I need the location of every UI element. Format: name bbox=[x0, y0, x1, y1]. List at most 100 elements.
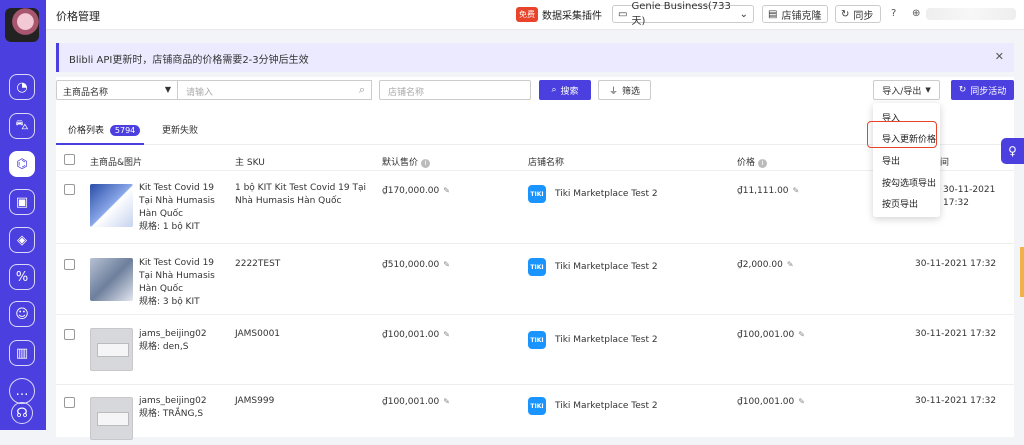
product-thumbnail[interactable] bbox=[90, 258, 133, 301]
side-tab[interactable] bbox=[1020, 247, 1024, 297]
product-name-text: Kit Test Covid 19 Tại Nhà Humasis Hàn Qu… bbox=[139, 258, 215, 294]
updated-time: 30-11-2021 17:32 bbox=[915, 329, 997, 339]
notice-banner: Blibli API更新时，店铺商品的价格需要2-3分钟后生效 ✕ bbox=[56, 43, 1014, 72]
tiki-logo: TIKI bbox=[528, 185, 546, 203]
updated-time: 30-11-2021 17:32 bbox=[915, 259, 997, 269]
product-thumbnail[interactable] bbox=[90, 397, 133, 440]
user-account[interactable] bbox=[926, 8, 1016, 20]
box-icon[interactable]: ▣ bbox=[9, 189, 35, 215]
table-header: 主商品&图片 主 SKU 默认售价 i 店铺名称 价格 i 间 bbox=[56, 149, 1014, 171]
close-icon[interactable]: ✕ bbox=[995, 50, 1004, 63]
search-button[interactable]: ⌕ 搜索 bbox=[539, 80, 591, 100]
edit-icon[interactable]: ✎ bbox=[798, 397, 805, 406]
shop-clone-button[interactable]: ▤ 店铺克隆 bbox=[762, 5, 828, 23]
default-price-cell: ₫100,001.00 ✎ bbox=[382, 328, 450, 342]
product-thumbnail[interactable] bbox=[90, 184, 133, 227]
header-sku: 主 SKU bbox=[235, 158, 265, 168]
sidebar: ◔ ⛍ ⌬ ▣ ◈ % ☺ ▥ … ☊ bbox=[0, 0, 46, 430]
edit-icon[interactable]: ✎ bbox=[798, 330, 805, 339]
product-name[interactable]: jams_beijing02 bbox=[139, 328, 207, 341]
search-placeholder: 请输入 bbox=[186, 88, 214, 98]
free-badge: 免费 bbox=[516, 7, 538, 22]
refresh-icon: ↻ bbox=[958, 85, 967, 95]
sku-value: JAMS999 bbox=[235, 396, 275, 406]
search-field-label: 主商品名称 bbox=[63, 88, 109, 98]
product-name-text: Kit Test Covid 19 Tại Nhà Humasis Hàn Qu… bbox=[139, 183, 215, 219]
product-thumbnail[interactable] bbox=[90, 328, 133, 371]
sync-button[interactable]: ↻ 同步 bbox=[835, 5, 881, 23]
product-name[interactable]: jams_beijing02 bbox=[139, 395, 207, 408]
info-icon[interactable]: i bbox=[758, 159, 768, 168]
globe-icon[interactable]: ⊕ bbox=[912, 8, 920, 19]
edit-icon[interactable]: ✎ bbox=[443, 397, 450, 406]
product-spec: 规格: 3 bộ KIT bbox=[139, 297, 200, 307]
header-shop: 店铺名称 bbox=[528, 158, 565, 168]
row-checkbox[interactable] bbox=[64, 329, 75, 340]
chart-icon[interactable]: ▥ bbox=[9, 340, 35, 366]
edit-icon[interactable]: ✎ bbox=[787, 260, 794, 269]
product-name[interactable]: Kit Test Covid 19 Tại Nhà Humasis Hàn Qu… bbox=[139, 182, 219, 221]
clone-icon: ▤ bbox=[768, 8, 778, 20]
percent-icon[interactable]: % bbox=[9, 264, 35, 290]
users-icon[interactable]: ☺ bbox=[9, 301, 35, 327]
edit-icon[interactable]: ✎ bbox=[793, 186, 800, 195]
row-checkbox[interactable] bbox=[64, 259, 75, 270]
price-cell: ₫100,001.00 ✎ bbox=[737, 328, 805, 342]
header-product: 主商品&图片 bbox=[90, 158, 143, 168]
header-default-price-label: 默认售价 bbox=[382, 158, 419, 168]
menu-item-export-page[interactable]: 按页导出 bbox=[882, 197, 918, 210]
default-price-value: ₫510,000.00 bbox=[382, 260, 440, 270]
chat-icon[interactable]: … bbox=[9, 378, 35, 404]
highlight-box bbox=[867, 121, 937, 148]
sync-activity-button[interactable]: ↻ 同步活动 bbox=[951, 80, 1014, 100]
business-plan-select[interactable]: ▭ Genie Business(733 天) ⌄ bbox=[612, 1, 754, 27]
tiki-logo: TIKI bbox=[528, 397, 546, 415]
dashboard-icon[interactable]: ◔ bbox=[9, 74, 35, 100]
price-count-badge: 5794 bbox=[109, 125, 141, 136]
help-icon[interactable]: ? bbox=[891, 8, 896, 19]
product-spec: 规格: TRẮNG,S bbox=[139, 409, 204, 419]
tab-price-list[interactable]: 价格列表 5794 bbox=[68, 123, 141, 136]
import-export-button[interactable]: 导入/导出 ▼ bbox=[873, 80, 940, 100]
sku-value: 1 bộ KIT Kit Test Covid 19 Tại Nhà Humas… bbox=[235, 183, 366, 206]
row-checkbox[interactable] bbox=[64, 184, 75, 195]
lightbulb-icon[interactable]: ♀ bbox=[1001, 138, 1024, 164]
edit-icon[interactable]: ✎ bbox=[443, 186, 450, 195]
product-tree-icon[interactable]: ⌬ bbox=[9, 151, 35, 177]
product-name-text: jams_beijing02 bbox=[139, 396, 207, 406]
filter-icon: ⏚ bbox=[608, 86, 618, 97]
search-icon: ⌕ bbox=[551, 85, 557, 95]
filter-button[interactable]: ⏚ 筛选 bbox=[598, 80, 651, 100]
price-value: ₫100,001.00 bbox=[737, 330, 795, 340]
tab-update-failed[interactable]: 更新失败 bbox=[162, 123, 198, 136]
edit-icon[interactable]: ✎ bbox=[443, 260, 450, 269]
search-icon[interactable]: ⌕ bbox=[359, 83, 365, 97]
menu-item-export[interactable]: 导出 bbox=[882, 154, 900, 167]
row-checkbox[interactable] bbox=[64, 397, 75, 408]
shop-name-value: Tiki Marketplace Test 2 bbox=[555, 262, 658, 272]
import-export-label: 导入/导出 bbox=[882, 86, 922, 97]
cart-icon[interactable]: ⛍ bbox=[9, 113, 35, 139]
header-default-price: 默认售价 i bbox=[382, 155, 431, 168]
updated-time: 30-11-2021 17:32 bbox=[915, 396, 997, 406]
search-field-select[interactable]: 主商品名称 ▼ bbox=[56, 80, 178, 100]
edit-icon[interactable]: ✎ bbox=[443, 330, 450, 339]
updated-time: 30-11-2021 17:32 bbox=[943, 185, 996, 208]
search-input[interactable]: 请输入 ⌕ bbox=[178, 80, 372, 100]
sku-value: 2222TEST bbox=[235, 259, 281, 269]
dropbox-icon[interactable]: ◈ bbox=[9, 227, 35, 253]
product-name[interactable]: Kit Test Covid 19 Tại Nhà Humasis Hàn Qu… bbox=[139, 257, 219, 296]
menu-item-export-selected[interactable]: 按勾选项导出 bbox=[882, 176, 936, 189]
headset-icon[interactable]: ☊ bbox=[11, 402, 33, 424]
price-cell: ₫2,000.00 ✎ bbox=[737, 258, 794, 272]
product-spec: 规格: den,S bbox=[139, 342, 189, 352]
tiki-logo: TIKI bbox=[528, 331, 546, 349]
default-price-cell: ₫170,000.00 ✎ bbox=[382, 184, 450, 198]
select-all-checkbox[interactable] bbox=[64, 154, 75, 165]
info-icon[interactable]: i bbox=[421, 159, 431, 168]
default-price-value: ₫100,001.00 bbox=[382, 330, 440, 340]
shop-name-input[interactable]: 店铺名称 bbox=[379, 80, 531, 100]
default-price-cell: ₫510,000.00 ✎ bbox=[382, 258, 450, 272]
data-plugin-link[interactable]: 数据采集插件 bbox=[542, 7, 602, 22]
header-time: 间 bbox=[940, 158, 950, 168]
